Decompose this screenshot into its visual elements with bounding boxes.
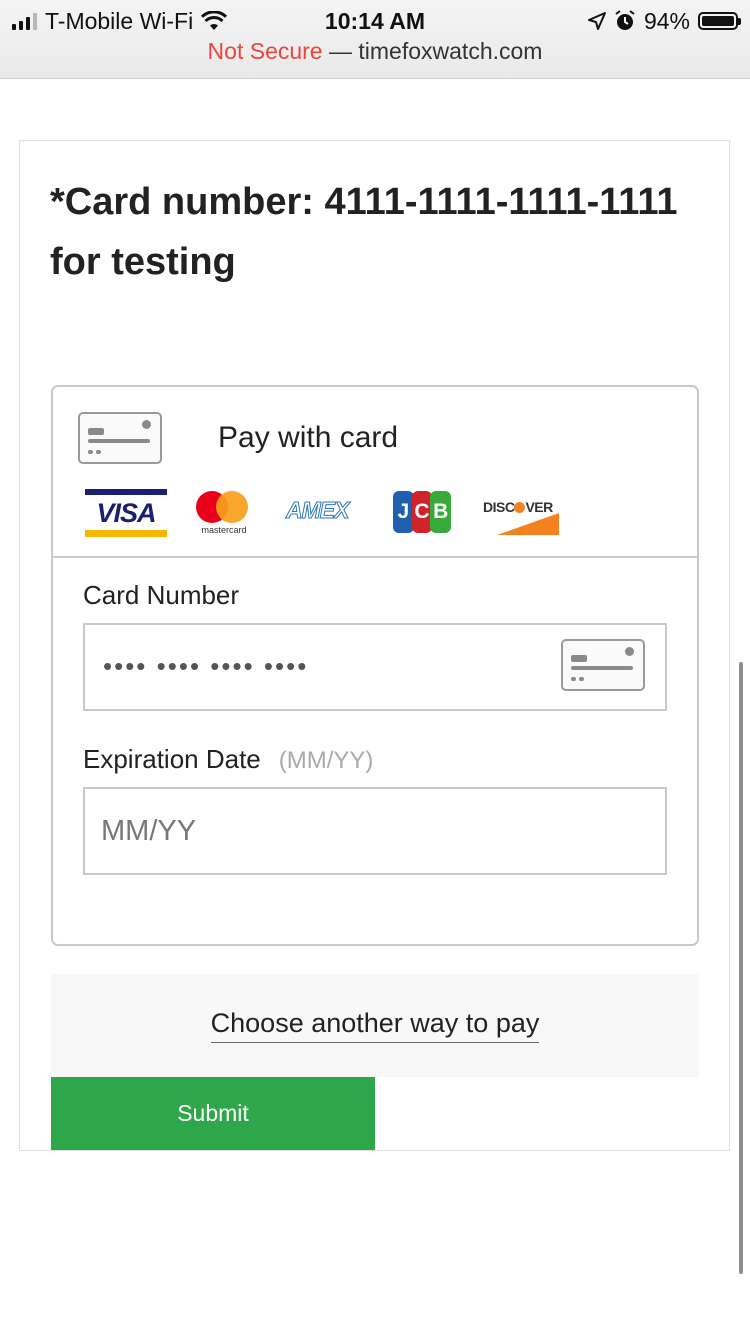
visa-logo-icon: VISA bbox=[85, 489, 167, 537]
pay-with-card-header: Pay with card VISA mastercard AMEX JCB D… bbox=[53, 387, 697, 558]
status-bar: T-Mobile Wi-Fi 10:14 AM 94% Not Secure —… bbox=[0, 0, 750, 79]
testing-note: *Card number: 4111-1111-1111-1111 for te… bbox=[50, 181, 678, 283]
not-secure-label: Not Secure bbox=[207, 38, 323, 64]
battery-percent: 94% bbox=[643, 7, 690, 34]
expiration-label-text: Expiration Date bbox=[83, 744, 261, 774]
pay-with-card-title: Pay with card bbox=[218, 421, 399, 454]
credit-card-icon bbox=[78, 412, 162, 464]
url-domain: timefoxwatch.com bbox=[358, 38, 543, 64]
card-brands: VISA mastercard AMEX JCB DISC VER bbox=[85, 487, 565, 539]
jcb-logo-icon: JCB bbox=[393, 491, 452, 533]
choose-another-way-link[interactable]: Choose another way to pay bbox=[51, 1008, 699, 1043]
amex-logo-icon: AMEX bbox=[285, 497, 349, 524]
scrollbar[interactable] bbox=[739, 662, 743, 1274]
expiration-date-input[interactable] bbox=[85, 789, 665, 873]
expiration-format-hint: (MM/YY) bbox=[278, 747, 374, 774]
url-separator: — bbox=[329, 38, 352, 64]
card-number-input[interactable]: •••• •••• •••• •••• bbox=[83, 623, 667, 711]
status-right: 94% bbox=[587, 6, 741, 36]
clock: 10:14 AM bbox=[324, 7, 426, 34]
location-arrow-icon bbox=[587, 12, 606, 30]
expiration-date-input-box[interactable] bbox=[83, 787, 667, 875]
card-number-label: Card Number bbox=[83, 580, 240, 610]
alarm-icon bbox=[615, 10, 635, 30]
card-icon bbox=[561, 639, 645, 691]
expiration-date-label: Expiration Date (MM/YY) bbox=[83, 744, 373, 775]
card-number-value: •••• •••• •••• •••• bbox=[103, 651, 309, 681]
mastercard-logo-icon: mastercard bbox=[196, 487, 252, 539]
alternate-payment-section: Choose another way to pay bbox=[51, 974, 699, 1077]
discover-logo-icon: DISC VER bbox=[483, 495, 559, 535]
submit-button[interactable]: Submit bbox=[51, 1077, 375, 1150]
battery-icon bbox=[698, 12, 741, 30]
url-bar[interactable]: Not Secure — timefoxwatch.com bbox=[0, 38, 750, 65]
